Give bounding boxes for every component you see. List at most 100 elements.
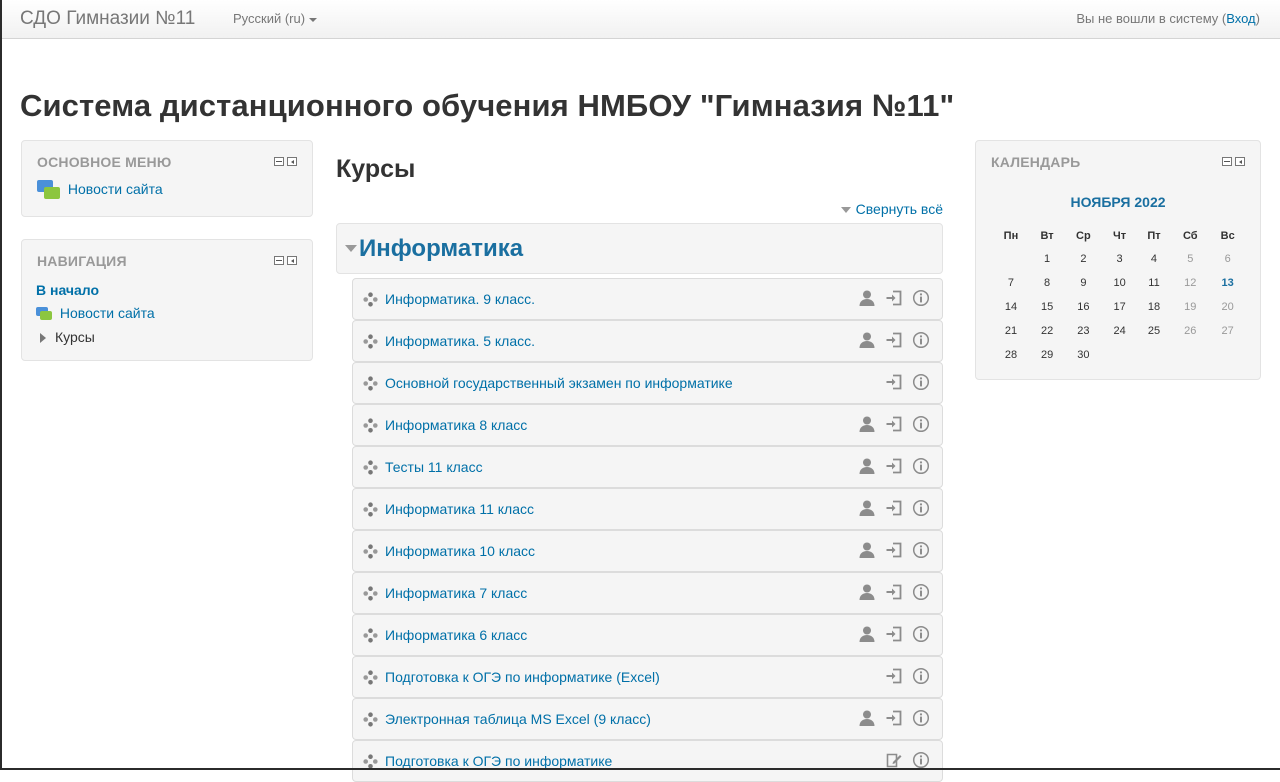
course-row: Информатика 6 класс xyxy=(352,614,943,656)
collapse-all-link[interactable]: Свернуть всё xyxy=(840,201,943,217)
course-row: Информатика. 5 класс. xyxy=(352,320,943,362)
info-icon[interactable] xyxy=(912,751,930,769)
calendar-day[interactable]: 17 xyxy=(1102,295,1136,319)
navigation-block: Навигация В начало Новости сайта Курсы xyxy=(21,239,313,361)
dock-block-icon[interactable] xyxy=(1235,157,1245,166)
info-icon[interactable] xyxy=(912,541,930,559)
main-menu-item-news[interactable]: Новости сайта xyxy=(37,180,163,200)
course-icon xyxy=(363,460,378,475)
calendar-day[interactable]: 9 xyxy=(1064,271,1102,295)
calendar-day[interactable]: 6 xyxy=(1209,247,1246,271)
calendar-day xyxy=(1171,343,1209,367)
enrol-icon[interactable] xyxy=(885,415,903,433)
course-row: Информатика 8 класс xyxy=(352,404,943,446)
info-icon[interactable] xyxy=(912,499,930,517)
expand-arrow-icon[interactable] xyxy=(40,333,46,344)
course-link[interactable]: Информатика. 9 класс. xyxy=(385,291,535,307)
category-name[interactable]: Информатика xyxy=(359,235,523,263)
nav-news-link[interactable]: Новости сайта xyxy=(60,305,155,321)
minimize-block-icon[interactable] xyxy=(1222,157,1232,166)
calendar-day[interactable]: 4 xyxy=(1137,247,1172,271)
course-actions xyxy=(858,289,930,307)
calendar-day[interactable]: 18 xyxy=(1137,295,1172,319)
login-link[interactable]: Вход xyxy=(1226,11,1255,26)
calendar-month[interactable]: Ноября 2022 xyxy=(976,194,1260,210)
minimize-block-icon[interactable] xyxy=(274,256,284,265)
calendar-day[interactable]: 10 xyxy=(1102,271,1136,295)
calendar-day[interactable]: 7 xyxy=(992,271,1030,295)
course-link[interactable]: Тесты 11 класс xyxy=(385,459,483,475)
calendar-day[interactable]: 29 xyxy=(1030,343,1064,367)
enrol-icon[interactable] xyxy=(885,667,903,685)
enrol-icon[interactable] xyxy=(885,541,903,559)
calendar-day[interactable]: 26 xyxy=(1171,319,1209,343)
info-icon[interactable] xyxy=(912,583,930,601)
calendar-day[interactable]: 11 xyxy=(1137,271,1172,295)
info-icon[interactable] xyxy=(912,457,930,475)
enrol-icon[interactable] xyxy=(885,331,903,349)
calendar-weekday: Вт xyxy=(1040,230,1054,242)
calendar-day[interactable]: 12 xyxy=(1171,271,1209,295)
calendar-day[interactable]: 30 xyxy=(1064,343,1102,367)
course-link[interactable]: Основной государственный экзамен по инфо… xyxy=(385,375,733,391)
calendar-day[interactable]: 2 xyxy=(1064,247,1102,271)
calendar-day[interactable]: 20 xyxy=(1209,295,1246,319)
course-link[interactable]: Подготовка к ОГЭ по информатике xyxy=(385,753,612,769)
main-menu-news-link[interactable]: Новости сайта xyxy=(68,181,163,197)
enrol-icon[interactable] xyxy=(885,583,903,601)
info-icon[interactable] xyxy=(912,667,930,685)
nav-item-news[interactable]: Новости сайта xyxy=(36,305,155,321)
info-icon[interactable] xyxy=(912,415,930,433)
course-link[interactable]: Информатика 8 класс xyxy=(385,417,527,433)
info-icon[interactable] xyxy=(912,373,930,391)
category-header[interactable]: Информатика xyxy=(336,223,943,274)
login-close-paren: ) xyxy=(1255,11,1260,26)
calendar-day[interactable]: 13 xyxy=(1209,271,1246,295)
course-link[interactable]: Информатика 7 класс xyxy=(385,585,527,601)
calendar-day[interactable]: 22 xyxy=(1030,319,1064,343)
enrol-icon[interactable] xyxy=(885,289,903,307)
enrol-icon[interactable] xyxy=(885,625,903,643)
edit-icon[interactable] xyxy=(885,751,903,769)
course-link[interactable]: Информатика 11 класс xyxy=(385,501,534,517)
enrol-icon[interactable] xyxy=(885,709,903,727)
calendar-day[interactable]: 27 xyxy=(1209,319,1246,343)
course-link[interactable]: Информатика. 5 класс. xyxy=(385,333,535,349)
calendar-day[interactable]: 19 xyxy=(1171,295,1209,319)
info-icon[interactable] xyxy=(912,625,930,643)
info-icon[interactable] xyxy=(912,331,930,349)
calendar-day[interactable]: 1 xyxy=(1030,247,1064,271)
calendar-day[interactable]: 15 xyxy=(1030,295,1064,319)
info-icon[interactable] xyxy=(912,289,930,307)
language-menu[interactable]: Русский (ru) xyxy=(233,11,318,26)
site-brand[interactable]: СДО Гимназии №11 xyxy=(20,9,195,29)
calendar-day[interactable]: 14 xyxy=(992,295,1030,319)
course-icon xyxy=(363,418,378,433)
enrol-icon[interactable] xyxy=(885,499,903,517)
course-link[interactable]: Электронная таблица MS Excel (9 класс) xyxy=(385,711,651,727)
calendar-weekday: Вс xyxy=(1220,230,1235,242)
enrol-icon[interactable] xyxy=(885,457,903,475)
dock-block-icon[interactable] xyxy=(287,256,297,265)
user-icon xyxy=(858,583,876,601)
calendar-day[interactable]: 24 xyxy=(1102,319,1136,343)
calendar-day[interactable]: 16 xyxy=(1064,295,1102,319)
course-link[interactable]: Подготовка к ОГЭ по информатике (Excel) xyxy=(385,669,660,685)
calendar-day[interactable]: 8 xyxy=(1030,271,1064,295)
calendar-day[interactable]: 28 xyxy=(992,343,1030,367)
page-title: Система дистанционного обучения НМБОУ "Г… xyxy=(20,88,955,123)
triangle-down-icon[interactable] xyxy=(345,245,357,252)
dock-block-icon[interactable] xyxy=(287,157,297,166)
calendar-day[interactable]: 25 xyxy=(1137,319,1172,343)
nav-item-courses[interactable]: Курсы xyxy=(40,329,95,345)
minimize-block-icon[interactable] xyxy=(274,157,284,166)
calendar-day[interactable]: 5 xyxy=(1171,247,1209,271)
calendar-day[interactable]: 23 xyxy=(1064,319,1102,343)
course-link[interactable]: Информатика 10 класс xyxy=(385,543,535,559)
enrol-icon[interactable] xyxy=(885,373,903,391)
nav-home-link[interactable]: В начало xyxy=(36,282,99,298)
course-link[interactable]: Информатика 6 класс xyxy=(385,627,527,643)
calendar-day[interactable]: 21 xyxy=(992,319,1030,343)
info-icon[interactable] xyxy=(912,709,930,727)
calendar-day[interactable]: 3 xyxy=(1102,247,1136,271)
